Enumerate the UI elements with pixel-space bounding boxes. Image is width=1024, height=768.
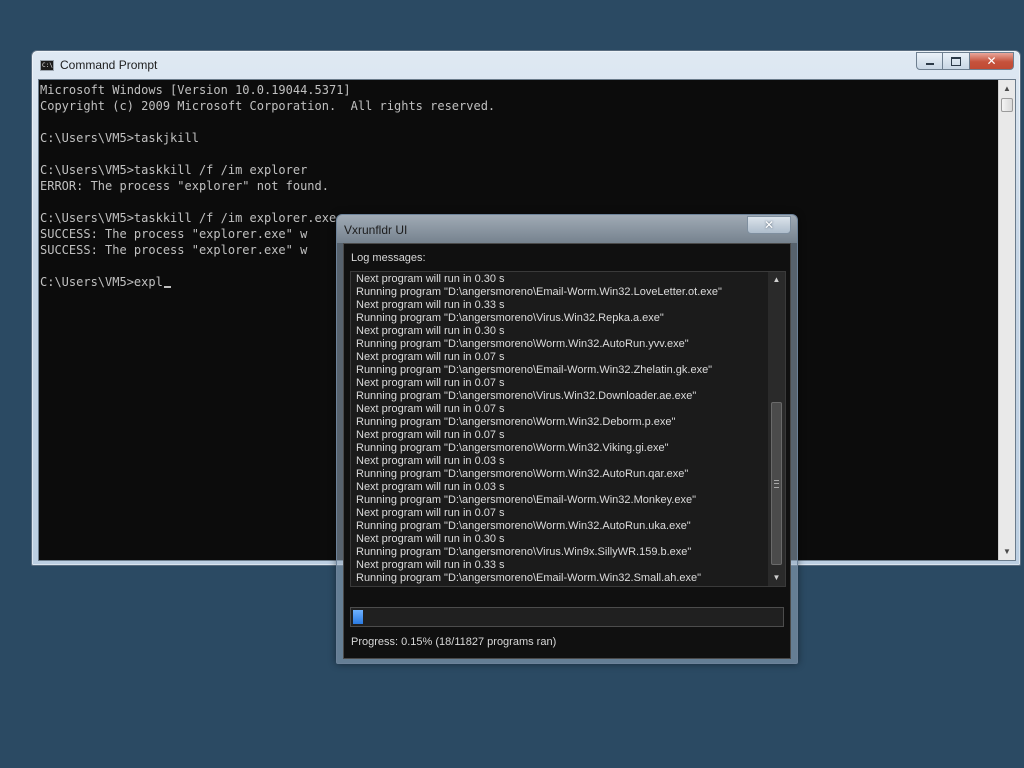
scrollbar-thumb[interactable] <box>1001 98 1013 112</box>
vxrunfldr-window[interactable]: Vxrunfldr UI ✕ Log messages: Next progra… <box>336 214 798 664</box>
log-line: Next program will run in 0.07 s <box>356 507 505 519</box>
log-line: Running program "D:\angersmoreno\Email-W… <box>356 286 722 298</box>
log-line: Next program will run in 0.30 s <box>356 533 505 545</box>
log-line: Next program will run in 0.07 s <box>356 377 505 389</box>
log-line: Running program "D:\angersmoreno\Worm.Wi… <box>356 442 669 454</box>
log-line: Running program "D:\angersmoreno\Email-W… <box>356 572 702 584</box>
scroll-down-icon[interactable]: ▼ <box>768 570 785 586</box>
console-line: C:\Users\VM5>taskkill /f /im explorer <box>40 163 308 177</box>
vxrunfldr-content: Log messages: Next program will run in 0… <box>343 243 791 659</box>
log-messages-list[interactable]: Next program will run in 0.30 s Running p… <box>350 271 786 587</box>
command-prompt-titlebar[interactable]: C:\ Command Prompt ✕ <box>32 51 1020 79</box>
log-line: Next program will run in 0.07 s <box>356 351 505 363</box>
log-line: Running program "D:\angersmoreno\Virus.W… <box>356 546 692 558</box>
log-line: Next program will run in 0.07 s <box>356 429 505 441</box>
log-line: Running program "D:\angersmoreno\Worm.Wi… <box>356 468 689 480</box>
log-line: Next program will run in 0.03 s <box>356 481 505 493</box>
log-line: Next program will run in 0.33 s <box>356 299 505 311</box>
window-title: Vxrunfldr UI <box>344 223 408 237</box>
close-icon: ✕ <box>986 54 997 68</box>
minimize-button[interactable] <box>916 52 943 70</box>
log-line: Running program "D:\angersmoreno\Email-W… <box>356 364 713 376</box>
log-line: Next program will run in 0.07 s <box>356 403 505 415</box>
minimize-icon <box>925 63 934 65</box>
grip-icon <box>774 480 779 488</box>
console-icon: C:\ <box>40 60 54 71</box>
maximize-button[interactable] <box>943 52 970 70</box>
console-line: Copyright (c) 2009 Microsoft Corporation… <box>40 99 496 113</box>
console-line: ERROR: The process "explorer" not found. <box>40 179 329 193</box>
scroll-up-icon[interactable]: ▲ <box>999 80 1015 97</box>
console-line: C:\Users\VM5>taskjkill <box>40 131 199 145</box>
log-lines: Next program will run in 0.30 s Running p… <box>356 273 768 585</box>
log-messages-label: Log messages: <box>351 252 426 264</box>
log-line: Running program "D:\angersmoreno\Virus.W… <box>356 312 664 324</box>
log-line: Running program "D:\angersmoreno\Email-W… <box>356 494 696 506</box>
console-line: Microsoft Windows [Version 10.0.19044.53… <box>40 83 351 97</box>
vxrunfldr-titlebar[interactable]: Vxrunfldr UI ✕ <box>337 215 797 243</box>
log-line: Next program will run in 0.30 s <box>356 273 505 285</box>
log-line: Running program "D:\angersmoreno\Worm.Wi… <box>356 416 676 428</box>
close-button[interactable]: ✕ <box>747 216 791 234</box>
console-line: SUCCESS: The process "explorer.exe" w <box>40 227 308 241</box>
scroll-down-icon[interactable]: ▼ <box>999 543 1015 560</box>
log-scrollbar[interactable]: ▲ ▼ <box>768 272 785 586</box>
log-line: Next program will run in 0.33 s <box>356 559 505 571</box>
log-line: Next program will run in 0.03 s <box>356 455 505 467</box>
log-line: Next program will run in 0.30 s <box>356 325 505 337</box>
console-scrollbar[interactable]: ▲ ▼ <box>998 80 1015 560</box>
close-icon: ✕ <box>763 218 775 232</box>
log-line: Running program "D:\angersmoreno\Worm.Wi… <box>356 520 691 532</box>
progress-bar-fill <box>353 610 363 624</box>
log-line: Running program "D:\angersmoreno\Virus.W… <box>356 390 697 402</box>
scrollbar-thumb[interactable] <box>771 402 782 565</box>
maximize-icon <box>951 56 961 66</box>
command-input-line: C:\Users\VM5>expl <box>40 275 163 289</box>
caption-buttons: ✕ <box>916 52 1014 70</box>
window-title: Command Prompt <box>60 58 158 72</box>
scroll-up-icon[interactable]: ▲ <box>768 272 785 288</box>
log-line: Running program "D:\angersmoreno\Worm.Wi… <box>356 338 689 350</box>
console-line: C:\Users\VM5>taskkill /f /im explorer.ex… <box>40 211 337 225</box>
progress-status: Progress: 0.15% (18/11827 programs ran) <box>351 636 557 648</box>
close-button[interactable]: ✕ <box>970 52 1014 70</box>
text-cursor <box>163 286 171 288</box>
console-line: SUCCESS: The process "explorer.exe" w <box>40 243 308 257</box>
progress-bar <box>350 607 784 627</box>
